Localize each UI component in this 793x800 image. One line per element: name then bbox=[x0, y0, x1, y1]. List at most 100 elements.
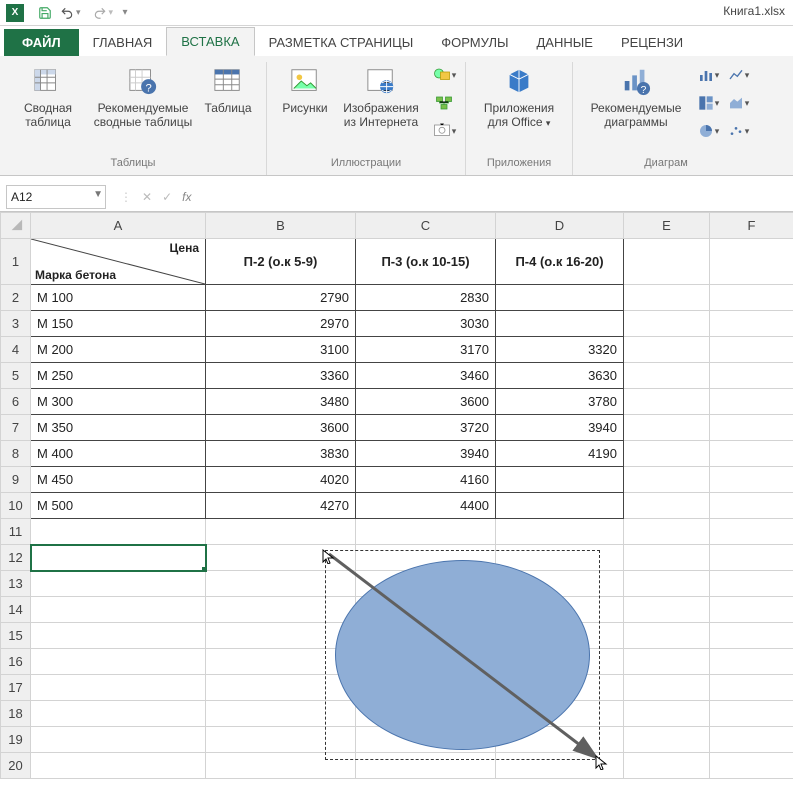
cell-E15[interactable] bbox=[624, 623, 710, 649]
cell-F18[interactable] bbox=[710, 701, 793, 727]
cell-B3[interactable]: 2970 bbox=[206, 311, 356, 337]
row-header-1[interactable]: 1 bbox=[1, 239, 31, 285]
tab-page-layout[interactable]: РАЗМЕТКА СТРАНИЦЫ bbox=[255, 29, 428, 56]
row-header-20[interactable]: 20 bbox=[1, 753, 31, 779]
col-header-E[interactable]: E bbox=[624, 213, 710, 239]
cell-C12[interactable] bbox=[356, 545, 496, 571]
row-header-3[interactable]: 3 bbox=[1, 311, 31, 337]
cell-A15[interactable] bbox=[31, 623, 206, 649]
cell-D6[interactable]: 3780 bbox=[496, 389, 624, 415]
cell-F2[interactable] bbox=[710, 285, 793, 311]
cell-B17[interactable] bbox=[206, 675, 356, 701]
cell-B4[interactable]: 3100 bbox=[206, 337, 356, 363]
cell-D9[interactable] bbox=[496, 467, 624, 493]
cell-F8[interactable] bbox=[710, 441, 793, 467]
qat-customize[interactable]: ▾ bbox=[113, 2, 135, 24]
cell-C3[interactable]: 3030 bbox=[356, 311, 496, 337]
row-header-2[interactable]: 2 bbox=[1, 285, 31, 311]
cell-D3[interactable] bbox=[496, 311, 624, 337]
pivot-table-button[interactable]: Сводная таблица bbox=[8, 62, 88, 132]
save-button[interactable] bbox=[34, 2, 56, 24]
cell-C2[interactable]: 2830 bbox=[356, 285, 496, 311]
cell-B13[interactable] bbox=[206, 571, 356, 597]
cell-C14[interactable] bbox=[356, 597, 496, 623]
cell-D10[interactable] bbox=[496, 493, 624, 519]
cell-E8[interactable] bbox=[624, 441, 710, 467]
enter-edit-button[interactable]: ✓ bbox=[162, 190, 172, 204]
cell-A11[interactable] bbox=[31, 519, 206, 545]
tab-data[interactable]: ДАННЫЕ bbox=[523, 29, 607, 56]
cell-E11[interactable] bbox=[624, 519, 710, 545]
cell-E18[interactable] bbox=[624, 701, 710, 727]
cell-E1[interactable] bbox=[624, 239, 710, 285]
cell-A19[interactable] bbox=[31, 727, 206, 753]
row-header-17[interactable]: 17 bbox=[1, 675, 31, 701]
col-header-D[interactable]: D bbox=[496, 213, 624, 239]
cell-B11[interactable] bbox=[206, 519, 356, 545]
cell-B15[interactable] bbox=[206, 623, 356, 649]
cell-D14[interactable] bbox=[496, 597, 624, 623]
row-header-4[interactable]: 4 bbox=[1, 337, 31, 363]
cell-A5[interactable]: М 250 bbox=[31, 363, 206, 389]
cell-A16[interactable] bbox=[31, 649, 206, 675]
cell-C18[interactable] bbox=[356, 701, 496, 727]
cell-E2[interactable] bbox=[624, 285, 710, 311]
cell-A7[interactable]: М 350 bbox=[31, 415, 206, 441]
cell-C1[interactable]: П-3 (о.к 10-15) bbox=[356, 239, 496, 285]
cell-C15[interactable] bbox=[356, 623, 496, 649]
cell-E14[interactable] bbox=[624, 597, 710, 623]
cell-E5[interactable] bbox=[624, 363, 710, 389]
cell-B12[interactable] bbox=[206, 545, 356, 571]
cell-C8[interactable]: 3940 bbox=[356, 441, 496, 467]
row-header-16[interactable]: 16 bbox=[1, 649, 31, 675]
redo-button[interactable] bbox=[89, 2, 111, 24]
cell-D17[interactable] bbox=[496, 675, 624, 701]
cell-D12[interactable] bbox=[496, 545, 624, 571]
cell-A1[interactable]: Цена Марка бетона bbox=[31, 239, 206, 285]
cell-C13[interactable] bbox=[356, 571, 496, 597]
cell-A9[interactable]: М 450 bbox=[31, 467, 206, 493]
cell-D16[interactable] bbox=[496, 649, 624, 675]
recommended-charts-button[interactable]: ? Рекомендуемые диаграммы bbox=[581, 62, 691, 132]
cell-F3[interactable] bbox=[710, 311, 793, 337]
cell-B8[interactable]: 3830 bbox=[206, 441, 356, 467]
cell-E9[interactable] bbox=[624, 467, 710, 493]
cell-F13[interactable] bbox=[710, 571, 793, 597]
cell-B14[interactable] bbox=[206, 597, 356, 623]
cell-A14[interactable] bbox=[31, 597, 206, 623]
cell-F19[interactable] bbox=[710, 727, 793, 753]
cell-E17[interactable] bbox=[624, 675, 710, 701]
cell-D5[interactable]: 3630 bbox=[496, 363, 624, 389]
online-images-button[interactable]: Изображения из Интернета bbox=[335, 62, 427, 132]
cell-D20[interactable] bbox=[496, 753, 624, 779]
cancel-edit-button[interactable]: ✕ bbox=[142, 190, 152, 204]
pie-chart-button[interactable]: ▾ bbox=[695, 120, 721, 142]
cell-E3[interactable] bbox=[624, 311, 710, 337]
cell-E12[interactable] bbox=[624, 545, 710, 571]
cell-F14[interactable] bbox=[710, 597, 793, 623]
cell-C10[interactable]: 4400 bbox=[356, 493, 496, 519]
cell-E20[interactable] bbox=[624, 753, 710, 779]
tab-formulas[interactable]: ФОРМУЛЫ bbox=[427, 29, 522, 56]
cell-A6[interactable]: М 300 bbox=[31, 389, 206, 415]
row-header-8[interactable]: 8 bbox=[1, 441, 31, 467]
shapes-button[interactable]: ▾ bbox=[431, 64, 457, 86]
pictures-button[interactable]: Рисунки bbox=[275, 62, 335, 118]
screenshot-button[interactable]: ▾ bbox=[431, 120, 457, 142]
cell-B19[interactable] bbox=[206, 727, 356, 753]
row-header-6[interactable]: 6 bbox=[1, 389, 31, 415]
row-header-10[interactable]: 10 bbox=[1, 493, 31, 519]
cell-C6[interactable]: 3600 bbox=[356, 389, 496, 415]
cell-E4[interactable] bbox=[624, 337, 710, 363]
cell-C19[interactable] bbox=[356, 727, 496, 753]
cell-C11[interactable] bbox=[356, 519, 496, 545]
cell-B20[interactable] bbox=[206, 753, 356, 779]
row-header-7[interactable]: 7 bbox=[1, 415, 31, 441]
col-header-A[interactable]: A bbox=[31, 213, 206, 239]
cell-F17[interactable] bbox=[710, 675, 793, 701]
row-header-5[interactable]: 5 bbox=[1, 363, 31, 389]
cell-E10[interactable] bbox=[624, 493, 710, 519]
cell-D2[interactable] bbox=[496, 285, 624, 311]
cell-D15[interactable] bbox=[496, 623, 624, 649]
cell-E13[interactable] bbox=[624, 571, 710, 597]
